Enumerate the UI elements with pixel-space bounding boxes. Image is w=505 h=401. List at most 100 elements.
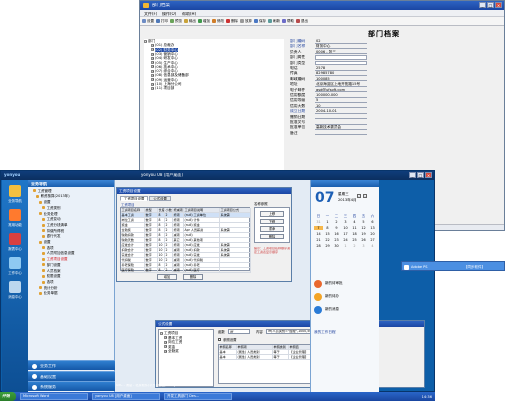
maximize-button[interactable]: □ [417,172,424,178]
expand-icon[interactable]: + [164,349,167,353]
expand-icon[interactable]: + [151,43,154,47]
nav-rail-item[interactable]: 报表中心 [4,232,26,254]
calendar-date[interactable]: 29 [323,244,332,248]
calendar-date[interactable]: 19 [359,232,368,236]
calendar-date[interactable]: 28 [314,244,323,248]
column-header[interactable]: 长度 [158,208,165,212]
column-header[interactable]: 工资项目公式 [220,208,251,212]
calendar-date[interactable]: 23 [332,238,341,242]
calendar-date[interactable]: 9 [332,226,341,230]
calendar-date[interactable]: 4 [350,220,359,224]
column-header[interactable]: 参照名称 [219,345,237,349]
calendar-date[interactable]: 3 [359,244,368,248]
nav-rail-item[interactable]: 消息中心 [4,280,26,302]
order-button-1[interactable]: 下移 [260,218,284,224]
calendar-date[interactable]: 17 [341,232,350,236]
tree-node[interactable]: + (11) 项目部 [151,86,174,90]
menu-operate[interactable]: 操作(O) [162,12,176,17]
field-input[interactable] [315,120,367,125]
calendar-date[interactable]: 22 [323,238,332,242]
menu-help[interactable]: 帮助(H) [182,12,196,17]
expand-icon[interactable]: + [164,336,167,340]
field-input[interactable]: 5 [315,98,367,103]
expand-icon[interactable]: + [151,52,154,56]
expand-icon[interactable]: + [151,65,154,69]
toolbar-4-button[interactable]: 增加 [198,19,210,24]
field-input[interactable]: 2004-10-01 [315,109,367,114]
nav-rail-item[interactable]: 工作中心 [4,256,26,278]
minimize-button[interactable]: _ [479,2,486,8]
column-header[interactable]: 小数 [165,208,173,212]
field-input[interactable] [315,115,367,120]
field-input[interactable]: gsd@ufsoft.com [315,88,367,93]
field-input[interactable]: 02 [315,39,367,44]
menu-file[interactable]: 文件(F) [144,12,157,17]
nav-rail-item[interactable]: 常用功能 [4,208,26,230]
toolbar-1-button[interactable]: 打印 [156,19,168,24]
expand-icon[interactable]: + [151,69,154,73]
expand-icon[interactable]: + [151,74,154,78]
column-header[interactable]: 参照类别 [273,345,289,349]
field-input[interactable]: 0006 - 张三 [315,50,367,55]
calendar-date[interactable]: 10 [341,226,350,230]
expand-icon[interactable]: − [160,331,163,335]
expand-icon[interactable]: + [151,78,154,82]
column-header[interactable]: 增减项 [173,208,184,212]
nav-tree-item[interactable]: 业务单据 [39,291,58,297]
calendar-date[interactable]: 25 [350,238,359,242]
expand-icon[interactable]: + [151,61,154,65]
toolbar-3-button[interactable]: 输出 [184,19,196,24]
order-button-2[interactable]: 重命 [260,226,284,232]
start-button[interactable]: 开始 [0,392,16,401]
toolbar-6-button[interactable]: 删除 [226,19,238,24]
column-header[interactable]: 工资项目名称 [121,208,145,212]
expand-icon[interactable]: + [164,340,167,344]
expand-icon[interactable]: − [144,39,147,43]
field-input[interactable]: 82985780 [315,71,367,76]
expand-icon[interactable]: + [164,345,167,349]
calendar-date[interactable]: 2 [332,220,341,224]
todo-item[interactable]: 新的待审批 [314,278,377,289]
toolbar-8-button[interactable]: 保存 [254,19,266,24]
tab-salary-items[interactable]: 工资项目设置 [120,196,149,201]
formula-item-tree[interactable]: − 工资项目 + 基本工资 + 岗位工资 + 奖金 + 全勤奖 [158,329,214,387]
delete-button[interactable]: 删除 [183,274,203,280]
expand-icon[interactable]: + [151,56,154,60]
calendar-date[interactable]: 4 [368,244,377,248]
function-select[interactable]: iff [228,329,250,334]
field-input[interactable] [315,131,367,136]
close-button[interactable]: × [495,2,502,8]
calendar-date[interactable]: 7 [314,226,323,231]
salary-items-table[interactable]: 工资项目名称 类型 长度 小数 增减项 工资项目说明 工资项目公式 基本工资 数字 8 2 增项 (nu… [120,207,251,273]
nav-rail-item[interactable]: 业务导航 [4,184,26,206]
expand-icon[interactable]: + [151,48,154,52]
maximize-button[interactable]: □ [487,2,494,8]
panel-footer-item[interactable]: 业务工作 [28,360,115,370]
column-header[interactable]: 参照项 [237,345,273,349]
calendar-date[interactable]: 16 [332,232,341,236]
toolbar-9-button[interactable]: 刷新 [268,19,280,24]
calendar-date[interactable]: 8 [323,226,332,230]
minimize-button[interactable]: _ [409,172,416,178]
close-button[interactable]: × [425,172,432,178]
calendar-date[interactable]: 3 [341,220,350,224]
calendar-date[interactable]: 13 [368,226,377,230]
calendar-date[interactable]: 20 [368,232,377,236]
calendar-date[interactable]: 30 [332,244,341,248]
toolbar-5-button[interactable]: 修改 [212,19,224,24]
toolbar-2-button[interactable]: 预览 [170,19,182,24]
chevron-left-icon[interactable]: ‹ [357,194,361,198]
field-input[interactable]: 高新技术委员会 [315,125,367,130]
calendar-date[interactable]: 5 [359,220,368,224]
column-header[interactable]: 工资项目说明 [184,208,220,212]
reference-checkbox[interactable] [218,338,221,341]
field-input[interactable]: 北京海淀区上地开拓路15号 [315,82,367,87]
calendar-date[interactable]: 31 [314,220,323,224]
add-button[interactable]: 增加 [157,274,177,280]
calendar-date[interactable]: 15 [323,232,332,236]
table-row[interactable]: 医疗保险 数字 8 2 减项 (null) 医疗 [121,268,251,273]
field-input[interactable] [315,60,367,66]
field-input[interactable]: 财务中心 [315,44,367,49]
expand-icon[interactable]: + [151,86,154,90]
calendar-date[interactable]: 1 [341,244,350,248]
